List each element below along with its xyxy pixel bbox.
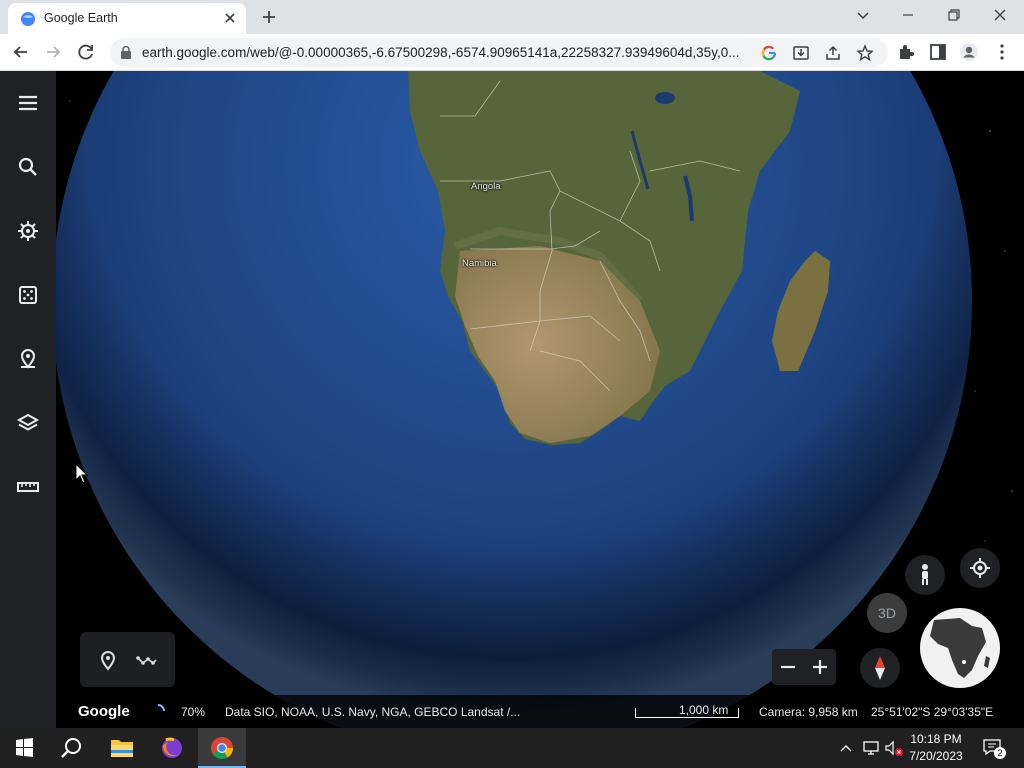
install-icon[interactable] <box>792 44 810 62</box>
url-text: earth.google.com/web/@-0.00000365,-6.675… <box>142 45 750 60</box>
add-placemark-icon[interactable] <box>96 648 120 672</box>
zoom-out-icon[interactable] <box>776 655 800 679</box>
url-path: /web/@-0.00000365,-6.67500298,-6574.9096… <box>246 45 740 60</box>
share-icon[interactable] <box>824 44 842 62</box>
globe[interactable] <box>0 71 1024 728</box>
label-angola[interactable]: Angola <box>471 181 501 192</box>
overview-map-icon <box>921 609 999 687</box>
status-bar: Google 70% Data SIO, NOAA, U.S. Navy, NG… <box>56 695 1024 728</box>
cursor-coordinates: 25°51'02"S 29°03'35"E <box>871 705 994 719</box>
address-bar[interactable]: earth.google.com/web/@-0.00000365,-6.675… <box>110 38 888 67</box>
notification-count-badge: 2 <box>994 747 1006 759</box>
zoom-in-icon[interactable] <box>808 655 832 679</box>
url-domain: earth.google.com <box>142 45 247 60</box>
volume-muted-icon[interactable] <box>884 739 906 757</box>
show-hidden-icons-icon[interactable] <box>838 740 854 756</box>
taskbar-search-icon[interactable] <box>48 728 96 768</box>
windows-start-icon[interactable] <box>0 728 48 768</box>
overview-globe[interactable] <box>920 608 1000 688</box>
drawing-tools <box>80 632 175 687</box>
system-clock[interactable]: 10:18 PM 7/20/2023 <box>906 731 966 765</box>
back-icon[interactable] <box>10 41 32 63</box>
screen: Google Earth earth.google.com/web/@-0.00… <box>0 0 1024 768</box>
menu-icon[interactable] <box>14 89 42 117</box>
loading-spinner-icon <box>157 704 165 712</box>
forward-icon[interactable] <box>42 41 64 63</box>
pegman-icon <box>922 564 928 585</box>
google-earth-favicon-icon <box>21 12 35 26</box>
camera-altitude: Camera: 9,958 km <box>759 705 858 719</box>
file-explorer-icon[interactable] <box>98 728 146 768</box>
new-tab-icon[interactable] <box>258 7 280 27</box>
voyager-icon[interactable] <box>14 217 42 245</box>
chrome-menu-icon[interactable] <box>991 41 1013 63</box>
minimize-icon[interactable] <box>894 4 922 26</box>
tab-title: Google Earth <box>44 11 118 25</box>
reload-icon[interactable] <box>75 41 97 63</box>
projects-icon[interactable] <box>14 345 42 373</box>
action-center-button[interactable]: 2 <box>980 736 1006 760</box>
my-location-button[interactable] <box>960 548 1000 588</box>
earth-viewport[interactable]: Angola Namibia 3D Google 70% Data SIO, N… <box>0 71 1024 728</box>
draw-path-icon[interactable] <box>135 648 159 672</box>
map-style-icon[interactable] <box>14 409 42 437</box>
chrome-icon <box>211 737 233 759</box>
lock-icon[interactable] <box>120 46 132 59</box>
compass-button[interactable] <box>860 648 900 688</box>
earth-sidebar <box>0 71 56 728</box>
restore-icon[interactable] <box>940 4 968 26</box>
measure-icon[interactable] <box>14 473 42 501</box>
feeling-lucky-icon[interactable] <box>14 281 42 309</box>
star-icon[interactable] <box>856 44 874 62</box>
browser-tab[interactable]: Google Earth <box>8 3 246 34</box>
pegman-button[interactable] <box>905 555 945 595</box>
data-attribution[interactable]: Data SIO, NOAA, U.S. Navy, NGA, GEBCO La… <box>225 705 520 719</box>
globe-shading <box>52 71 972 728</box>
close-window-icon[interactable] <box>986 4 1014 26</box>
side-panel-icon[interactable] <box>927 41 949 63</box>
chrome-taskbar-button[interactable] <box>198 728 246 768</box>
browser-toolbar: earth.google.com/web/@-0.00000365,-6.675… <box>0 34 1024 71</box>
mouse-cursor-icon <box>75 463 89 484</box>
extensions-icon[interactable] <box>895 41 917 63</box>
zoom-controls <box>772 649 836 685</box>
google-logo: Google <box>78 703 130 720</box>
my-location-icon <box>970 558 990 578</box>
network-icon[interactable] <box>861 739 881 757</box>
profile-icon[interactable] <box>958 41 980 63</box>
windows-taskbar: 10:18 PM 7/20/2023 2 <box>0 728 1024 768</box>
close-tab-icon[interactable] <box>222 10 238 26</box>
tab-search-icon[interactable] <box>849 4 877 26</box>
scale-label: 1,000 km <box>679 703 729 717</box>
label-namibia[interactable]: Namibia <box>462 258 497 269</box>
firefox-icon[interactable] <box>148 728 196 768</box>
search-icon[interactable] <box>14 153 42 181</box>
compass-icon <box>875 656 885 680</box>
clock-date: 7/20/2023 <box>909 749 963 763</box>
browser-tab-bar: Google Earth <box>0 0 1024 34</box>
toggle-3d-button[interactable]: 3D <box>867 593 907 633</box>
clock-time: 10:18 PM <box>910 732 962 746</box>
google-icon[interactable] <box>761 45 777 61</box>
load-progress: 70% <box>181 705 206 719</box>
